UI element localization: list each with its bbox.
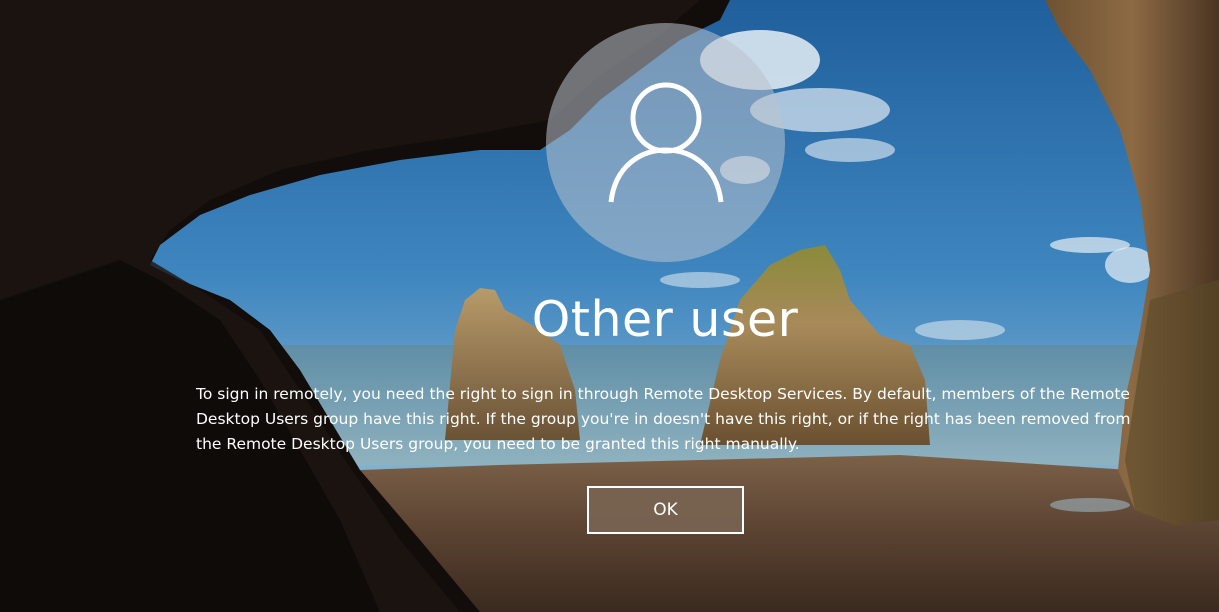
ok-button[interactable]: OK: [587, 486, 744, 534]
user-avatar: [546, 23, 785, 262]
lock-screen: Other user To sign in remotely, you need…: [0, 0, 1219, 612]
username: Other user: [531, 291, 799, 348]
user-icon: [608, 82, 723, 202]
error-message: To sign in remotely, you need the right …: [196, 385, 1131, 453]
